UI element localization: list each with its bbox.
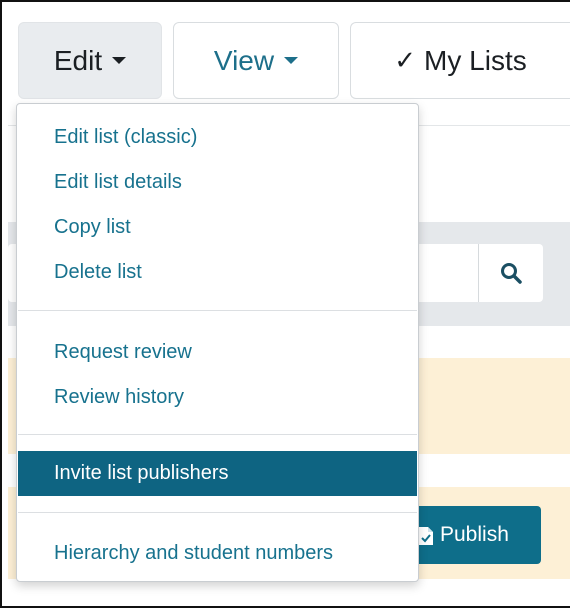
publish-button[interactable]: Publish xyxy=(400,506,541,564)
publish-label: Publish xyxy=(440,523,509,546)
menu-item-edit-list-classic[interactable]: Edit list (classic) xyxy=(18,119,417,155)
edit-label: Edit xyxy=(53,44,103,76)
caret-down-icon xyxy=(112,57,127,64)
menu-divider xyxy=(18,434,417,435)
menu-item-copy-list[interactable]: Copy list xyxy=(18,209,417,245)
caret-down-icon xyxy=(284,57,299,64)
search-button[interactable] xyxy=(478,244,543,302)
menu-item-hierarchy-and-student-numbers[interactable]: Hierarchy and student numbers xyxy=(18,535,417,571)
menu-divider xyxy=(18,512,417,513)
menu-divider xyxy=(18,310,417,311)
menu-item-delete-list[interactable]: Delete list xyxy=(18,254,417,290)
menu-item-invite-list-publishers[interactable]: Invite list publishers xyxy=(18,451,417,496)
menu-item-request-review[interactable]: Request review xyxy=(18,334,417,370)
search-icon xyxy=(501,263,522,284)
edit-dropdown-button[interactable]: Edit xyxy=(18,22,162,99)
menu-item-edit-list-details[interactable]: Edit list details xyxy=(18,164,417,200)
my-lists-label: My Lists xyxy=(424,44,527,76)
my-lists-button[interactable]: ✓ My Lists xyxy=(350,22,570,99)
menu-item-review-history[interactable]: Review history xyxy=(18,379,417,415)
document-icon xyxy=(418,526,433,545)
view-label: View xyxy=(213,44,275,76)
edit-dropdown-menu: Edit list (classic) Edit list details Co… xyxy=(16,103,419,582)
view-dropdown-button[interactable]: View xyxy=(173,22,339,99)
checkmark-icon: ✓ xyxy=(394,45,417,75)
